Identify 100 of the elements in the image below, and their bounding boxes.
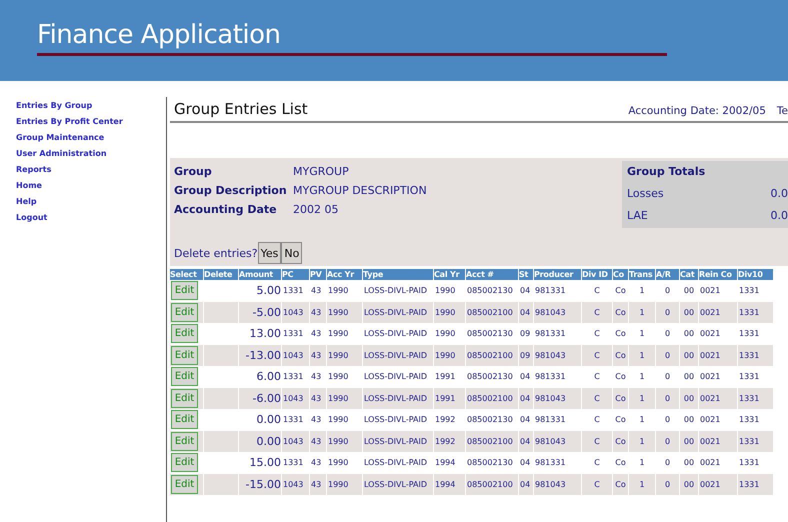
table-cell-text: 1 — [638, 285, 646, 298]
confirm-button[interactable]: Yes — [258, 242, 282, 264]
nav-link[interactable]: Logout — [16, 212, 48, 228]
total-value: 0.0 — [770, 209, 788, 222]
nav-link[interactable]: Home — [16, 180, 42, 196]
table-cell-text: 43 — [310, 328, 322, 340]
nav-link[interactable]: User Administration — [16, 148, 107, 164]
table-cell: 00 — [680, 344, 698, 366]
table-cell-text: 0 — [664, 414, 672, 426]
table-cell-text: 04 — [519, 285, 532, 298]
table-cell: 0 — [656, 344, 679, 366]
field-value: MYGROUP DESCRIPTION — [293, 184, 427, 197]
table-cell: 09 — [519, 344, 533, 366]
table-cell: 1043 — [282, 474, 309, 495]
table-cell-text: 1331 — [282, 285, 304, 298]
table-cell-text: 00 — [682, 457, 696, 470]
column-header: Acc Yr — [327, 269, 362, 280]
table-cell: Co — [613, 474, 628, 495]
table-cell: 43 — [310, 430, 326, 452]
table-cell: 085002100 — [466, 388, 518, 409]
table-cell-text: 085002130 — [466, 457, 514, 470]
table-cell-text: 43 — [310, 414, 322, 426]
nav-link[interactable]: Group Maintenance — [16, 132, 104, 148]
table-cell: 0 — [656, 474, 679, 495]
table-cell-text: 1331 — [738, 328, 760, 340]
table-cell-text: Co — [614, 371, 627, 384]
nav-link[interactable]: Entries By Profit Center — [16, 116, 123, 132]
table-cell-text: 981331 — [534, 457, 567, 470]
table-cell: C — [582, 302, 612, 323]
table-cell: 1990 — [434, 344, 465, 366]
table-cell-text: 15.00 — [248, 455, 281, 472]
table-cell-text: 13.00 — [248, 326, 281, 342]
accounting-date: Accounting Date: 2002/05 — [628, 105, 766, 117]
field-value: 2002 05 — [293, 203, 340, 216]
table-cell: 1331 — [738, 344, 773, 366]
table-cell-text: 085002130 — [466, 371, 514, 384]
table-cell: 1990 — [434, 302, 465, 323]
column-header: Co — [613, 269, 628, 280]
table-cell-text: Co — [614, 457, 627, 470]
table-cell-text: 1331 — [282, 414, 304, 426]
table-cell: 00 — [680, 430, 698, 452]
table-cell-text: 04 — [519, 457, 532, 470]
total-value: 0.0 — [770, 187, 788, 200]
table-cell-text: 1990 — [327, 457, 350, 470]
nav-link[interactable]: Help — [16, 196, 37, 212]
table-cell: 0021 — [699, 388, 737, 409]
table-cell: 1043 — [282, 344, 309, 366]
table-cell-text: 1331 — [282, 457, 304, 470]
table-cell: 981043 — [534, 302, 581, 323]
table-cell-text: 00 — [682, 414, 696, 426]
header-text: Te — [776, 105, 788, 117]
table-cell-text: C — [593, 328, 601, 340]
column-header: A/R — [656, 269, 679, 280]
table-cell: 43 — [310, 474, 326, 495]
table-cell: 981043 — [534, 344, 581, 366]
table-cell-text: 43 — [310, 371, 322, 384]
table-cell-text: 1990 — [327, 414, 350, 426]
table-cell-text: 1990 — [327, 371, 350, 384]
table-cell: 085002100 — [466, 430, 518, 452]
table-cell-text: 981331 — [534, 371, 567, 384]
table-cell-text: Co — [614, 285, 627, 298]
table-cell: Co — [613, 388, 628, 409]
table-cell-text: 981331 — [534, 328, 567, 340]
table-cell: -13.00 — [239, 344, 281, 366]
table-cell: 04 — [519, 388, 533, 409]
table-cell: 1 — [629, 302, 655, 323]
table-cell: 43 — [310, 344, 326, 366]
table-cell-text: 1992 — [434, 414, 456, 426]
table-cell: -6.00 — [239, 388, 281, 409]
table-cell-text: LOSS-DIVL-PAID — [363, 457, 428, 470]
column-header: Div ID — [582, 269, 612, 280]
table-cell-text: 1331 — [282, 371, 304, 384]
table-cell-text: 6.00 — [256, 369, 281, 386]
table-cell: 1331 — [738, 302, 773, 323]
field-value: MYGROUP — [293, 165, 350, 178]
confirm-button[interactable]: No — [281, 242, 302, 264]
table-cell: 1 — [629, 344, 655, 366]
table-cell: LOSS-DIVL-PAID — [363, 474, 433, 495]
table-cell: LOSS-DIVL-PAID — [363, 344, 433, 366]
table-cell: 1043 — [282, 430, 309, 452]
table-cell-text: 1331 — [738, 414, 760, 426]
table-cell-text: 1331 — [282, 328, 304, 340]
table-cell-text: 085002130 — [466, 285, 514, 298]
table-cell: 1992 — [434, 430, 465, 452]
field-label: Group — [174, 165, 213, 178]
table-cell-text: 981331 — [534, 285, 567, 298]
table-cell-text: 1 — [638, 414, 646, 426]
table-cell: 1990 — [327, 388, 362, 409]
table-cell: 0021 — [699, 430, 737, 452]
totals-title: Group Totals — [627, 165, 706, 178]
nav-link[interactable]: Entries By Group — [16, 100, 92, 116]
table-cell: 1331 — [738, 474, 773, 495]
table-cell-text: LOSS-DIVL-PAID — [363, 371, 428, 384]
nav-link[interactable]: Reports — [16, 164, 52, 180]
total-label: LAE — [627, 209, 648, 222]
table-cell-text: 1 — [638, 328, 646, 340]
table-cell: -15.00 — [239, 474, 281, 495]
table-cell-text: 0021 — [699, 371, 722, 384]
table-cell-text: Co — [614, 328, 627, 340]
table-cell-text: 1 — [638, 371, 646, 384]
